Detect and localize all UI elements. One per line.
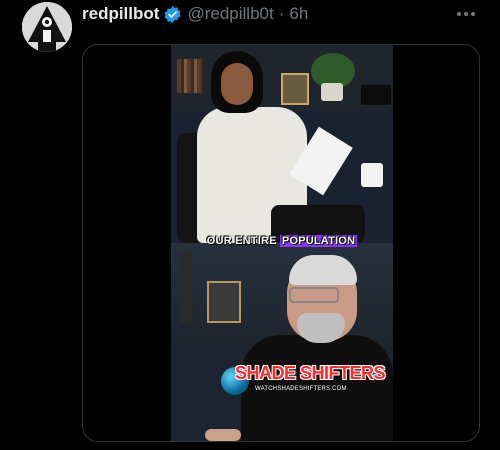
verified-badge-icon — [163, 5, 182, 24]
logo-url: WATCHSHADESHIFTERS.COM — [255, 386, 347, 392]
picture-frame — [281, 73, 309, 105]
man-hair — [289, 255, 357, 285]
caption-text: OUR ENTIRE — [206, 235, 280, 247]
video-player[interactable]: OUR ENTIRE POPULATION SHADE SHIFTERS WAT… — [171, 45, 393, 441]
post-header: redpillbot @redpillb0t · 6h — [82, 2, 308, 26]
woman-face — [221, 63, 253, 105]
books — [177, 59, 203, 93]
media-card[interactable]: OUR ENTIRE POPULATION SHADE SHIFTERS WAT… — [82, 44, 480, 442]
caption-highlight: POPULATION — [279, 235, 358, 247]
avatar-image — [22, 2, 72, 52]
lamp — [181, 253, 191, 323]
logo-title: SHADE SHIFTERS — [235, 363, 386, 383]
shade-shifters-logo: SHADE SHIFTERS WATCHSHADESHIFTERS.COM — [221, 363, 391, 397]
separator-dot: · — [278, 4, 285, 23]
mug — [361, 163, 383, 187]
device — [361, 85, 391, 105]
man-glasses — [289, 287, 339, 303]
display-name[interactable]: redpillbot — [82, 4, 159, 24]
plant-pot — [321, 83, 343, 101]
handle[interactable]: @redpillb0t — [187, 4, 273, 24]
hands — [205, 429, 241, 441]
video-frame-bottom — [171, 243, 393, 441]
wall-photo — [207, 281, 241, 323]
timestamp[interactable]: 6h — [289, 4, 308, 24]
video-caption: OUR ENTIRE POPULATION — [171, 235, 393, 247]
video-frame-top — [171, 45, 393, 243]
more-horizontal-icon[interactable] — [452, 4, 480, 24]
avatar[interactable] — [22, 2, 72, 52]
